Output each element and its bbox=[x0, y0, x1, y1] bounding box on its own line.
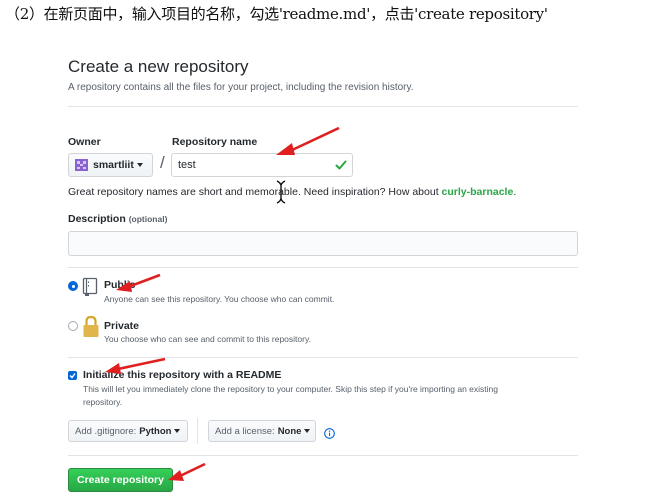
readme-title: Initialize this repository with a README bbox=[83, 369, 282, 381]
info-icon[interactable] bbox=[324, 428, 335, 439]
public-radio[interactable] bbox=[68, 281, 78, 291]
repo-name-label: Repository name bbox=[172, 136, 258, 148]
description-optional: (optional) bbox=[128, 214, 168, 224]
owner-avatar-icon bbox=[75, 159, 88, 171]
hint-text: Great repository names are short and mem… bbox=[68, 186, 442, 198]
check-icon bbox=[69, 373, 76, 379]
chevron-down-icon bbox=[136, 163, 143, 167]
hint-suffix: . bbox=[513, 186, 517, 198]
instruction-caption: （2）在新页面中，输入项目的名称，勾选'readme.md'，点击'create… bbox=[5, 5, 548, 23]
divider bbox=[68, 267, 578, 268]
license-label: Add a license: bbox=[215, 425, 275, 437]
page-title: Create a new repository bbox=[68, 57, 249, 76]
license-value: None bbox=[277, 425, 302, 437]
divider bbox=[68, 357, 578, 358]
readme-desc-line2: repository. bbox=[83, 397, 123, 407]
divider bbox=[68, 106, 578, 107]
private-desc: You choose who can see and commit to thi… bbox=[104, 334, 311, 344]
owner-label: Owner bbox=[68, 136, 101, 148]
repo-name-input[interactable]: test bbox=[171, 153, 353, 177]
owner-repo-separator: / bbox=[160, 153, 165, 172]
gitignore-value: Python bbox=[139, 425, 172, 437]
public-title: Public bbox=[104, 279, 136, 291]
page-subtitle: A repository contains all the files for … bbox=[68, 82, 414, 93]
chevron-down-icon bbox=[304, 429, 311, 433]
divider bbox=[197, 418, 198, 444]
name-suggestion-link[interactable]: curly-barnacle bbox=[442, 186, 514, 198]
lock-icon bbox=[83, 315, 99, 337]
text-cursor-icon bbox=[276, 180, 286, 204]
description-label: Description (optional) bbox=[68, 213, 167, 225]
license-select[interactable]: Add a license: None bbox=[208, 420, 316, 442]
arrow-repo-name bbox=[289, 126, 340, 153]
public-desc: Anyone can see this repository. You choo… bbox=[104, 294, 335, 304]
readme-desc-line1: This will let you immediately clone the … bbox=[83, 384, 499, 394]
arrow-create bbox=[179, 462, 206, 478]
name-hint: Great repository names are short and mem… bbox=[68, 186, 516, 198]
owner-select[interactable]: smartliit bbox=[68, 153, 153, 177]
arrow-readme bbox=[117, 357, 166, 371]
description-input[interactable] bbox=[68, 231, 578, 256]
gitignore-select[interactable]: Add .gitignore: Python bbox=[68, 420, 188, 442]
private-title: Private bbox=[104, 320, 140, 332]
repo-book-icon bbox=[82, 277, 98, 296]
description-label-text: Description bbox=[68, 213, 126, 225]
private-radio[interactable] bbox=[68, 321, 78, 331]
readme-checkbox[interactable] bbox=[68, 371, 77, 380]
divider bbox=[68, 455, 578, 456]
chevron-down-icon bbox=[174, 429, 181, 433]
gitignore-label: Add .gitignore: bbox=[75, 425, 137, 437]
owner-value: smartliit bbox=[93, 159, 134, 171]
create-repository-button[interactable]: Create repository bbox=[68, 468, 173, 492]
check-icon bbox=[335, 160, 347, 170]
